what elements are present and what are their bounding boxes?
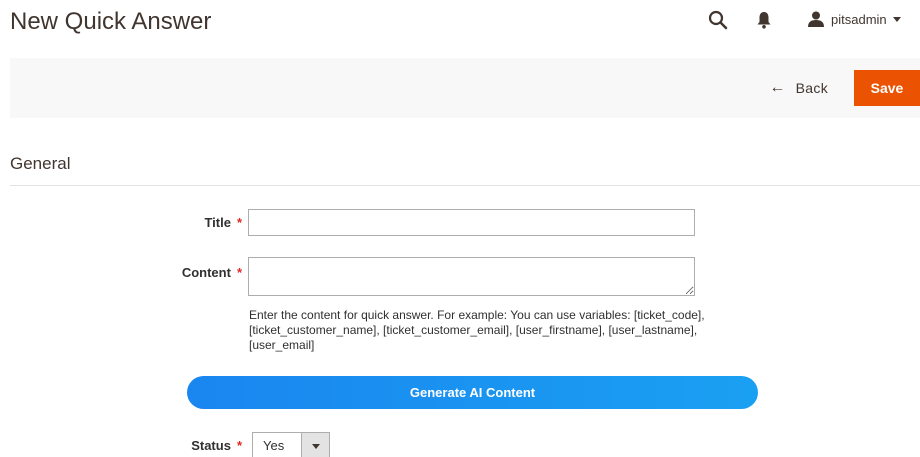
user-icon: [808, 11, 824, 27]
page-title: New Quick Answer: [10, 8, 212, 35]
status-select[interactable]: Yes: [252, 432, 330, 457]
generate-ai-content-button[interactable]: Generate AI Content: [187, 376, 758, 409]
content-label-text: Content: [181, 265, 231, 280]
required-mark: *: [236, 265, 242, 280]
content-textarea[interactable]: [248, 257, 695, 296]
back-button-label: Back: [795, 80, 828, 96]
back-button[interactable]: ← Back: [769, 78, 828, 98]
header-actions: pitsadmin: [700, 0, 920, 40]
content-label: Content *: [150, 265, 242, 280]
required-mark: *: [236, 215, 242, 230]
title-label-text: Title: [204, 215, 231, 230]
title-input[interactable]: [248, 209, 695, 236]
arrow-left-icon: ←: [769, 79, 786, 96]
chevron-down-icon: [892, 16, 901, 22]
section-title: General: [10, 154, 71, 173]
user-account-menu[interactable]: pitsadmin: [808, 8, 901, 30]
status-select-value: Yes: [263, 438, 285, 453]
section-divider: [10, 185, 920, 186]
search-icon[interactable]: [708, 10, 728, 30]
status-label-text: Status: [191, 438, 231, 453]
title-label: Title *: [150, 215, 242, 230]
user-name: pitsadmin: [831, 11, 887, 27]
page-actions-bar: ← Back Save: [10, 58, 920, 118]
content-field-note: Enter the content for quick answer. For …: [249, 308, 705, 352]
chevron-down-icon[interactable]: [301, 433, 329, 457]
status-label: Status *: [150, 438, 242, 453]
save-button[interactable]: Save: [854, 70, 920, 106]
required-mark: *: [236, 438, 242, 453]
bell-icon[interactable]: [756, 11, 772, 29]
